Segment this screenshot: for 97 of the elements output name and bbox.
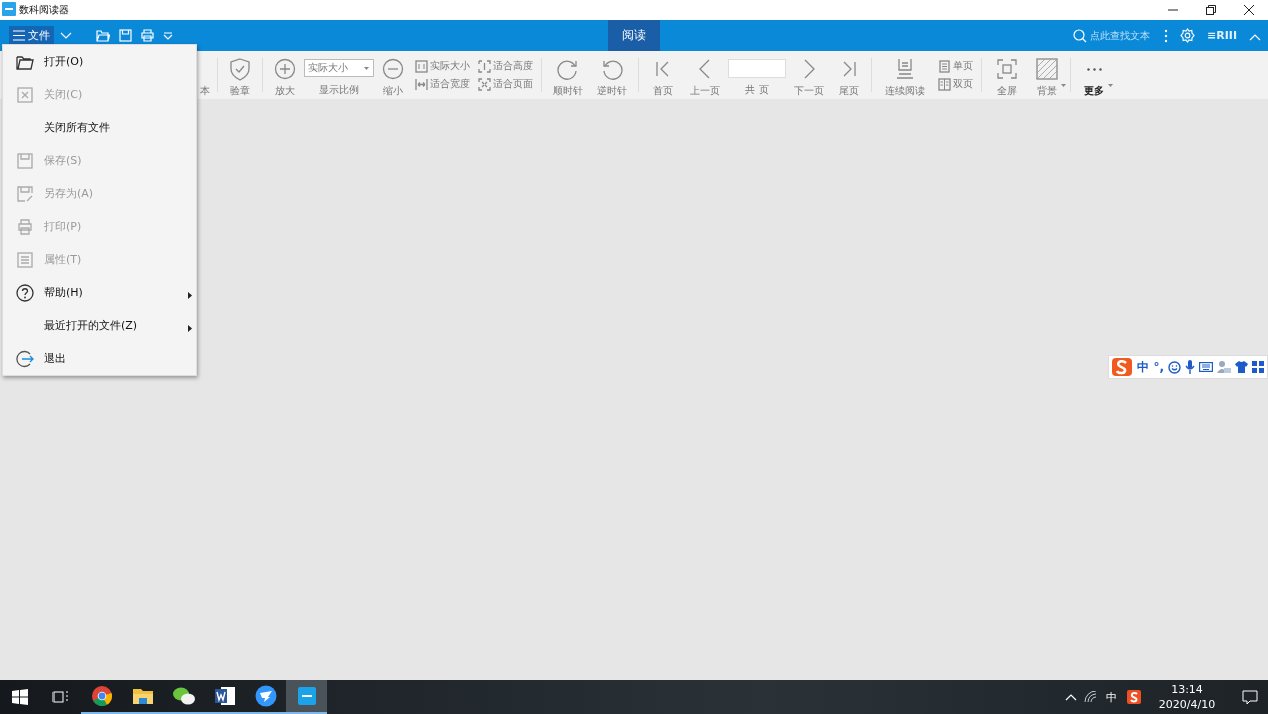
menu-item[interactable]: 最近打开的文件(Z) — [3, 309, 196, 342]
clock-time[interactable]: 13:14 — [1171, 682, 1203, 697]
menu-item[interactable]: 打开(O) — [3, 45, 196, 78]
folder-icon — [131, 686, 154, 706]
windows-icon — [12, 689, 28, 705]
save-icon[interactable] — [119, 29, 132, 42]
wifi-icon — [1084, 691, 1098, 703]
submenu-arrow-icon — [188, 292, 192, 299]
search-field[interactable]: 点此查找文本 — [1073, 28, 1165, 43]
toolbar-button[interactable]: 逆时针 — [590, 51, 634, 99]
window-title: 数科阅读器 — [19, 3, 69, 17]
toolbar-button[interactable]: 上一页 — [683, 51, 727, 99]
fit-page-icon — [478, 77, 491, 91]
keyboard-icon[interactable] — [1199, 362, 1213, 372]
browser-icon — [90, 685, 113, 707]
document-app-icon — [296, 686, 317, 706]
close-box-icon — [17, 86, 33, 103]
dropdown-caret-icon — [364, 67, 369, 70]
shield-check-icon — [229, 57, 251, 81]
toolbar-button[interactable]: 适合页面 — [478, 77, 533, 91]
collapse-icon[interactable] — [1249, 33, 1261, 41]
toolbar-button[interactable]: 下一页 — [787, 51, 831, 99]
zoom-out-icon — [382, 58, 404, 80]
emoji-icon[interactable] — [1168, 360, 1181, 374]
dropdown-caret-icon[interactable] — [1108, 84, 1113, 87]
shirt-icon[interactable] — [1235, 361, 1248, 373]
toolbar-button[interactable]: 适合宽度 — [415, 77, 470, 91]
toolbar-button[interactable]: 实际大小 — [415, 59, 470, 73]
more-icon — [1086, 67, 1102, 71]
page-count-label: 共 页 — [745, 83, 769, 97]
menu-item[interactable]: 帮助(H) — [3, 276, 196, 309]
clock-date[interactable]: 2020/4/10 — [1158, 697, 1216, 712]
hatched-square-icon — [1036, 58, 1058, 80]
toolbar-label: 本 — [200, 84, 210, 98]
document-w-icon — [213, 685, 236, 707]
zoom-select[interactable]: 实际大小 — [304, 59, 374, 77]
folder-icon — [16, 53, 34, 70]
toolbar-button[interactable]: 更多 — [1075, 51, 1113, 99]
save-as-icon — [17, 185, 33, 202]
printer-icon — [17, 218, 33, 235]
menu-icon — [13, 30, 25, 41]
toolbar-button[interactable]: 双页 — [938, 77, 973, 91]
input-mode[interactable]: 中 — [1137, 358, 1150, 376]
menu-item[interactable]: 退出 — [3, 342, 196, 375]
double-page-icon — [938, 77, 951, 91]
zoom-in-icon — [274, 58, 296, 80]
help-icon — [16, 283, 34, 302]
more-vertical-icon[interactable] — [1164, 28, 1169, 43]
exit-icon — [16, 349, 34, 368]
toolbar-button[interactable]: 背景 — [1028, 51, 1066, 99]
page-number-field[interactable] — [728, 59, 786, 78]
notification-icon — [1242, 689, 1258, 705]
task-view-icon — [52, 690, 68, 704]
rotate-counterclockwise-icon — [600, 58, 624, 80]
close-icon[interactable] — [1244, 5, 1254, 15]
folder-icon[interactable] — [96, 29, 110, 42]
actual-size-icon — [415, 59, 428, 73]
printer-icon[interactable] — [141, 29, 154, 42]
rotate-clockwise-icon — [556, 58, 580, 80]
restore-icon[interactable] — [1206, 5, 1216, 15]
field-label: 显示比例 — [319, 83, 359, 97]
fit-height-icon — [478, 59, 491, 73]
chevron-down-icon[interactable] — [60, 31, 72, 40]
chevron-up-icon — [1065, 693, 1077, 701]
toolbar-button[interactable]: 连续阅读 — [876, 51, 934, 99]
punctuation-mode[interactable]: °, — [1153, 360, 1164, 374]
toolbar-button[interactable]: 顺时针 — [546, 51, 590, 99]
toolbar-button[interactable]: 验章 — [222, 51, 258, 99]
continuous-pages-icon — [895, 58, 915, 80]
toolbar-button[interactable]: 尾页 — [831, 51, 867, 99]
search-placeholder: 点此查找文本 — [1090, 28, 1151, 43]
user-label[interactable]: ≡RIII — [1207, 29, 1237, 42]
tab[interactable]: 阅读 — [608, 20, 660, 51]
save-icon — [17, 152, 33, 169]
toolbar-button[interactable]: 缩小 — [375, 51, 411, 99]
input-mode[interactable]: 中 — [1101, 680, 1121, 714]
microphone-icon[interactable] — [1185, 360, 1195, 374]
fit-width-icon — [415, 77, 428, 91]
settings-icon[interactable] — [1180, 28, 1196, 43]
chat-bubbles-icon — [171, 686, 196, 706]
single-page-icon — [938, 59, 951, 73]
submenu-arrow-icon — [188, 325, 192, 332]
sogou-icon — [1127, 690, 1141, 704]
toolbar-button[interactable]: 适合高度 — [478, 59, 533, 73]
wing-logo-icon — [254, 685, 277, 707]
search-icon — [1073, 28, 1088, 43]
dropdown-caret-icon[interactable] — [1061, 84, 1066, 87]
sogou-icon[interactable] — [1111, 357, 1134, 377]
fullscreen-icon — [996, 58, 1018, 80]
list-icon — [17, 251, 33, 268]
grid-icon[interactable] — [1252, 361, 1264, 373]
menu-item[interactable]: 关闭所有文件 — [3, 111, 196, 144]
toolbar-button[interactable]: 首页 — [643, 51, 683, 99]
toolbar-button[interactable]: 放大 — [267, 51, 303, 99]
dropdown-caret-icon[interactable] — [163, 31, 173, 40]
toolbar-button[interactable]: 单页 — [938, 59, 973, 73]
toolbar-button[interactable]: 全屏 — [986, 51, 1028, 99]
